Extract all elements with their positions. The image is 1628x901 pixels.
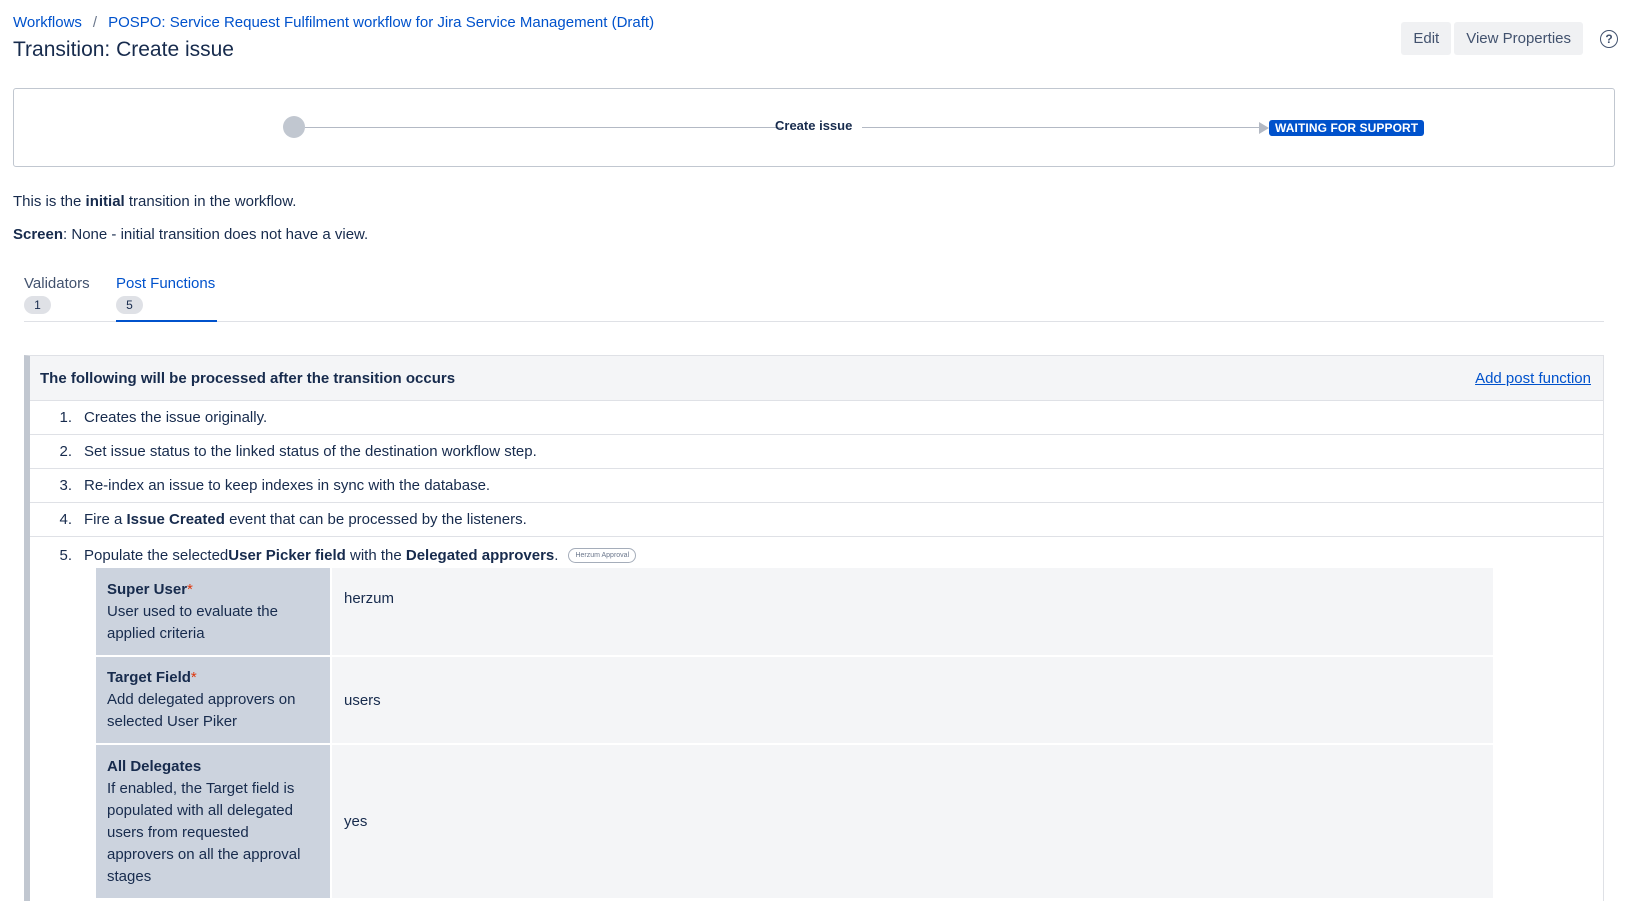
validators-count-badge: 1: [24, 296, 51, 314]
edit-button[interactable]: Edit: [1401, 22, 1452, 55]
initial-step-dot: [283, 116, 305, 138]
panel-title: The following will be processed after th…: [40, 369, 456, 387]
breadcrumb-workflow-link[interactable]: POSPO: Service Request Fulfilment workfl…: [108, 14, 654, 31]
post-functions-count-badge: 5: [116, 296, 143, 314]
tab-bar: Validators 1 Post Functions 5: [24, 275, 1604, 322]
config-key: Super User* User used to evaluate the ap…: [96, 568, 332, 657]
config-value: yes: [331, 744, 1493, 900]
config-table: Super User* User used to evaluate the ap…: [96, 568, 1493, 900]
add-post-function-link[interactable]: Add post function: [1475, 370, 1591, 387]
page-title: Transition: Create issue: [13, 38, 234, 61]
top-actions: Edit View Properties ?: [1401, 22, 1618, 55]
list-item: 1. Creates the issue originally.: [30, 401, 1603, 435]
config-value: herzum: [331, 568, 1493, 657]
app-badge: Herzum Approval: [568, 548, 637, 563]
config-key: Target Field* Add delegated approvers on…: [96, 656, 332, 745]
breadcrumb-workflows-link[interactable]: Workflows: [13, 14, 82, 31]
list-item: 3. Re-index an issue to keep indexes in …: [30, 469, 1603, 503]
view-properties-button[interactable]: View Properties: [1454, 22, 1583, 55]
transition-line: [862, 127, 1260, 128]
arrow-right-icon: [1259, 122, 1269, 134]
config-value: users: [331, 656, 1493, 745]
post-functions-panel: The following will be processed after th…: [24, 355, 1604, 901]
transition-diagram: Create issue WAITING FOR SUPPORT: [13, 88, 1615, 167]
target-status-lozenge: WAITING FOR SUPPORT: [1269, 120, 1425, 136]
tab-validators[interactable]: Validators 1: [24, 275, 90, 322]
screen-note: Screen: None - initial transition does n…: [13, 226, 369, 243]
config-key: All Delegates If enabled, the Target fie…: [96, 744, 332, 900]
list-item: 2. Set issue status to the linked status…: [30, 435, 1603, 469]
table-row: Super User* User used to evaluate the ap…: [96, 568, 1493, 657]
tab-post-functions[interactable]: Post Functions 5: [116, 275, 218, 322]
post-function-description: 5. Populate the selected User Picker fie…: [50, 547, 1603, 564]
breadcrumb: Workflows / POSPO: Service Request Fulfi…: [13, 14, 654, 31]
initial-transition-note: This is the initial transition in the wo…: [13, 193, 297, 210]
table-row: All Delegates If enabled, the Target fie…: [96, 744, 1493, 900]
transition-label: Create issue: [775, 118, 853, 133]
help-icon[interactable]: ?: [1600, 29, 1618, 48]
breadcrumb-separator: /: [92, 14, 98, 31]
table-row: Target Field* Add delegated approvers on…: [96, 656, 1493, 745]
transition-line: [305, 127, 783, 128]
panel-header: The following will be processed after th…: [30, 356, 1603, 401]
list-item: 4. Fire a Issue Created event that can b…: [30, 503, 1603, 537]
list-item: 5. Populate the selected User Picker fie…: [30, 537, 1603, 900]
